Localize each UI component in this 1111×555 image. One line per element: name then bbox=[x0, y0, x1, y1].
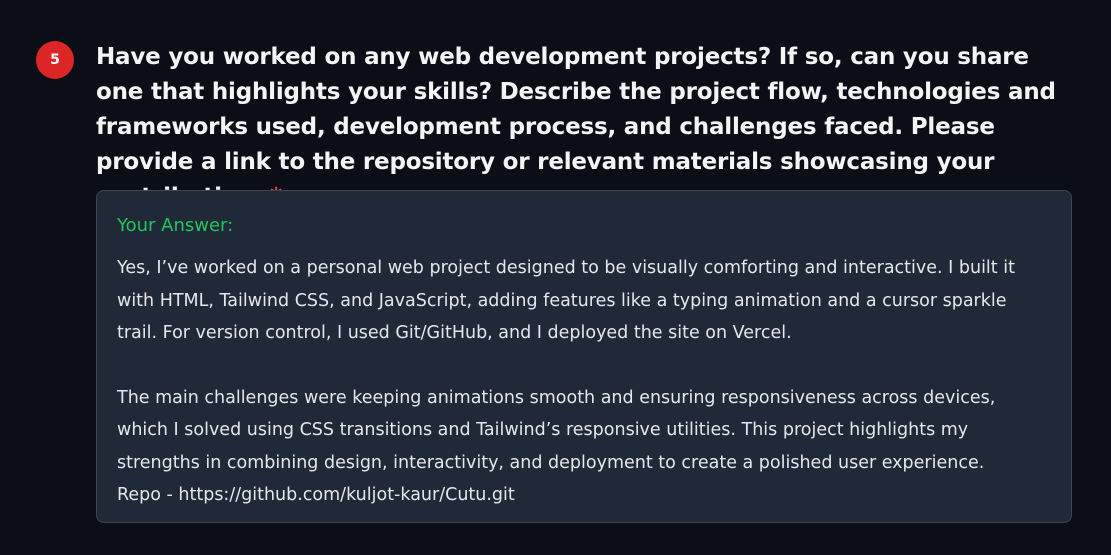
question-heading: Have you worked on any web development p… bbox=[96, 40, 1076, 215]
answer-paragraph-2: The main challenges were keeping animati… bbox=[117, 387, 996, 473]
question-number-badge: 5 bbox=[36, 41, 74, 79]
answer-repo-link: Repo - https://github.com/kuljot-kaur/Cu… bbox=[117, 485, 515, 505]
answer-label: Your Answer: bbox=[117, 215, 234, 236]
question-text: Have you worked on any web development p… bbox=[96, 44, 1056, 210]
answer-card: Your Answer: Yes, I’ve worked on a perso… bbox=[96, 190, 1072, 523]
answer-paragraph-1: Yes, I’ve worked on a personal web proje… bbox=[117, 258, 1015, 343]
question-block: 5 Have you worked on any web development… bbox=[0, 0, 1111, 555]
